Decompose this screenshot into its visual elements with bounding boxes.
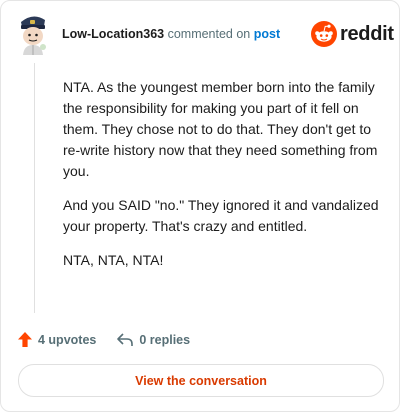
- upvote-count[interactable]: 4 upvotes: [17, 331, 96, 348]
- reply-label: 0 replies: [139, 332, 191, 347]
- avatar-icon[interactable]: [15, 11, 51, 55]
- comment-paragraph: And you SAID "no." They ignored it and v…: [63, 197, 379, 234]
- post-link[interactable]: post: [254, 27, 280, 41]
- view-conversation-button[interactable]: View the conversation: [18, 364, 384, 397]
- upvote-arrow-icon: [18, 332, 32, 347]
- comment-paragraph: NTA, NTA, NTA!: [63, 252, 164, 268]
- reddit-wordmark: reddit: [340, 22, 394, 45]
- upvote-label: 4 upvotes: [38, 332, 97, 347]
- comment-action-text: commented on: [167, 27, 251, 41]
- author-name[interactable]: Low-Location363: [62, 27, 164, 41]
- reddit-snoo-icon: [311, 21, 337, 47]
- reply-arrow-icon: [117, 332, 134, 346]
- comment-body: NTA. As the youngest member born into th…: [63, 77, 383, 284]
- comment-embed-card: Low-Location363 commented on post reddit…: [0, 0, 400, 412]
- reddit-logo[interactable]: reddit: [311, 21, 394, 47]
- comment-header: Low-Location363 commented on post: [62, 27, 280, 41]
- comment-paragraph: NTA. As the youngest member born into th…: [63, 79, 378, 179]
- comment-stats: 4 upvotes 0 replies: [17, 331, 190, 348]
- thread-line: [34, 63, 35, 313]
- reply-count[interactable]: 0 replies: [116, 332, 190, 348]
